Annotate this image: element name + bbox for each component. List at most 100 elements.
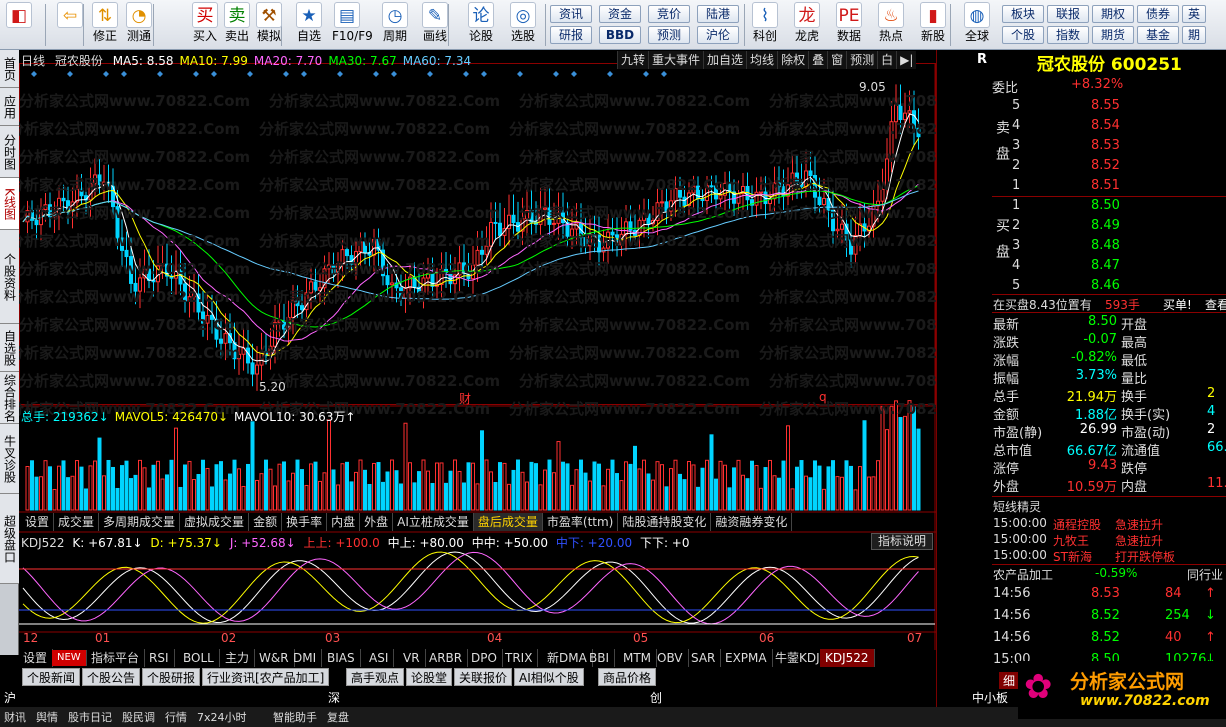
volume-indicator-tab[interactable]: 市盈率(ttm) (543, 513, 619, 531)
volume-indicator-tab[interactable]: 金额 (249, 513, 283, 531)
news-tab[interactable]: 高手观点 (346, 668, 405, 686)
bottom-strip-item[interactable]: 舆情 (36, 709, 58, 725)
bottom-strip-item[interactable]: 股市日记 (68, 709, 112, 725)
news-tab[interactable]: 论股堂 (406, 668, 453, 686)
kline-tool-button[interactable]: 窗 (827, 51, 846, 69)
f10-button[interactable]: ▤ F10/F9 (332, 2, 373, 44)
back-button[interactable]: ⇦ (55, 2, 85, 44)
draw-button[interactable]: ✎ 画线 (420, 2, 450, 44)
indicator-tab[interactable]: 设置 (18, 649, 54, 667)
volume-indicator-tab[interactable]: 陆股通持股变化 (618, 513, 712, 531)
left-tab[interactable]: 首页 (0, 50, 19, 88)
research-button[interactable]: ⌇ 科创 (750, 2, 780, 44)
buy-button[interactable]: 买买入 (190, 2, 220, 44)
newstock-button[interactable]: ▮ 新股 (918, 2, 948, 44)
data-button[interactable]: PE 数据 (834, 2, 864, 44)
volume-indicator-tab[interactable]: 外盘 (360, 513, 394, 531)
news-tab[interactable]: 个股公告 (82, 668, 141, 686)
quick-button[interactable]: 指数 (1047, 26, 1089, 44)
news-tab[interactable]: AI相似个股 (514, 668, 584, 686)
kline-tool-button[interactable]: 均线 (746, 51, 777, 69)
bottom-strip-item[interactable]: 智能助手 (273, 709, 317, 725)
left-tab[interactable]: 分时图 (0, 126, 19, 178)
quick-button[interactable]: 联报 (1047, 5, 1089, 23)
quick-button[interactable]: 个股 (1002, 26, 1044, 44)
indicator-tab[interactable]: VR (398, 649, 426, 667)
kline-tool-button[interactable]: ▶| (896, 51, 916, 69)
global-button[interactable]: ◍ 全球 (962, 2, 992, 44)
indicator-tab[interactable]: BIAS (322, 649, 361, 667)
indicator-tab[interactable]: SAR (686, 649, 722, 667)
indicator-tab[interactable]: TRIX (500, 649, 539, 667)
bottom-strip-item[interactable]: 复盘 (327, 709, 349, 725)
quick-button[interactable]: 基金 (1137, 26, 1179, 44)
indicator-tab[interactable]: DMI (288, 649, 323, 667)
news-tab[interactable]: 行业资讯[农产品加工] (202, 668, 330, 686)
quick-button[interactable]: 期权 (1092, 5, 1134, 23)
sell-button[interactable]: 卖卖出 (222, 2, 252, 44)
kline-chart-canvas[interactable] (19, 50, 936, 655)
fix-button[interactable]: ⇅ 修正 (90, 2, 120, 44)
period-button[interactable]: ◷ 周期 (380, 2, 410, 44)
volume-indicator-tab[interactable]: 盘后成交量 (473, 513, 543, 531)
left-tab[interactable]: 个股资料 (0, 230, 19, 324)
indicator-explain-button[interactable]: 指标说明 (871, 533, 933, 550)
bottom-strip-item[interactable]: 行情 (165, 709, 187, 725)
left-tab[interactable]: 牛叉诊股 (0, 424, 19, 494)
kline-tool-button[interactable]: 白 (877, 51, 896, 69)
short-stock[interactable]: 通程控股 (1053, 516, 1101, 533)
period-label[interactable]: 日线 (21, 54, 45, 68)
left-tab[interactable]: 超级盘口 (0, 494, 19, 584)
test-button[interactable]: ◔ 测通 (124, 2, 154, 44)
quick-button[interactable]: 陆港 (697, 5, 739, 23)
indicator-tab[interactable]: DPO (466, 649, 503, 667)
news-tab[interactable]: 个股研报 (142, 668, 201, 686)
indicator-tab[interactable]: RSI (144, 649, 175, 667)
quick-button[interactable]: 英 (1182, 5, 1206, 23)
hotspot-button[interactable]: ♨ 热点 (876, 2, 906, 44)
bottom-strip-item[interactable]: 股民调 (122, 709, 155, 725)
quick-button[interactable]: 板块 (1002, 5, 1044, 23)
indicator-tab[interactable]: NEW (52, 650, 87, 666)
quick-button[interactable]: 期货 (1092, 26, 1134, 44)
indicator-tab[interactable]: BOLL (178, 649, 220, 667)
quick-button[interactable]: 债券 (1137, 5, 1179, 23)
news-tab[interactable]: 个股新闻 (22, 668, 81, 686)
indicator-tab[interactable]: 指标平台 (86, 649, 146, 667)
quick-button[interactable]: 预测 (648, 26, 690, 44)
left-tab[interactable]: 应用 (0, 88, 19, 126)
volume-indicator-tab[interactable]: 虚拟成交量 (180, 513, 250, 531)
dragon-button[interactable]: 龙龙虎 (792, 2, 822, 44)
volume-indicator-tab[interactable]: 换手率 (282, 513, 328, 531)
left-tab[interactable]: 综合排名 (0, 372, 19, 424)
volume-indicator-tab[interactable]: 融资融券变化 (711, 513, 793, 531)
volume-indicator-tab[interactable]: 内盘 (327, 513, 361, 531)
indicator-tab[interactable]: OBV (652, 649, 689, 667)
volume-indicator-tab[interactable]: 成交量 (54, 513, 100, 531)
volume-indicator-tab[interactable]: 多周期成交量 (99, 513, 181, 531)
quick-button[interactable]: BBD (599, 26, 641, 44)
indicator-tab[interactable]: 牛蓥KDJ (770, 649, 826, 667)
left-tab[interactable]: K线图 (0, 178, 19, 230)
bottom-strip-item[interactable]: 财讯 (4, 709, 26, 725)
quick-button[interactable]: 沪伦 (697, 26, 739, 44)
volume-indicator-tab[interactable]: AI立桩成交量 (393, 513, 474, 531)
watchlist-button[interactable]: ★ 自选 (294, 2, 324, 44)
bottom-strip-item[interactable]: 7x24小时 (197, 709, 247, 725)
sector-tab[interactable]: 同行业 (1187, 566, 1223, 583)
kline-tool-button[interactable]: 叠 (808, 51, 827, 69)
indicator-tab[interactable]: ARBR (424, 649, 469, 667)
left-tab[interactable]: 自选股 (0, 324, 19, 372)
indicator-tab[interactable]: KDJ522 (820, 649, 875, 667)
volume-indicator-tab[interactable]: 设置 (21, 513, 55, 531)
kline-tool-button[interactable]: 除权 (777, 51, 808, 69)
lungu-button[interactable]: 论论股 (466, 2, 496, 44)
quick-button[interactable]: 研报 (550, 26, 592, 44)
indicator-tab[interactable]: ASI (364, 649, 395, 667)
pickstock-button[interactable]: ◎ 选股 (508, 2, 538, 44)
short-stock[interactable]: 九牧王 (1053, 532, 1089, 549)
home-button[interactable]: ◧ (4, 2, 34, 44)
quick-button[interactable]: 期 (1182, 26, 1206, 44)
zaimai-link[interactable]: 查看 (1205, 296, 1226, 313)
news-tab[interactable]: 商品价格 (598, 668, 657, 686)
